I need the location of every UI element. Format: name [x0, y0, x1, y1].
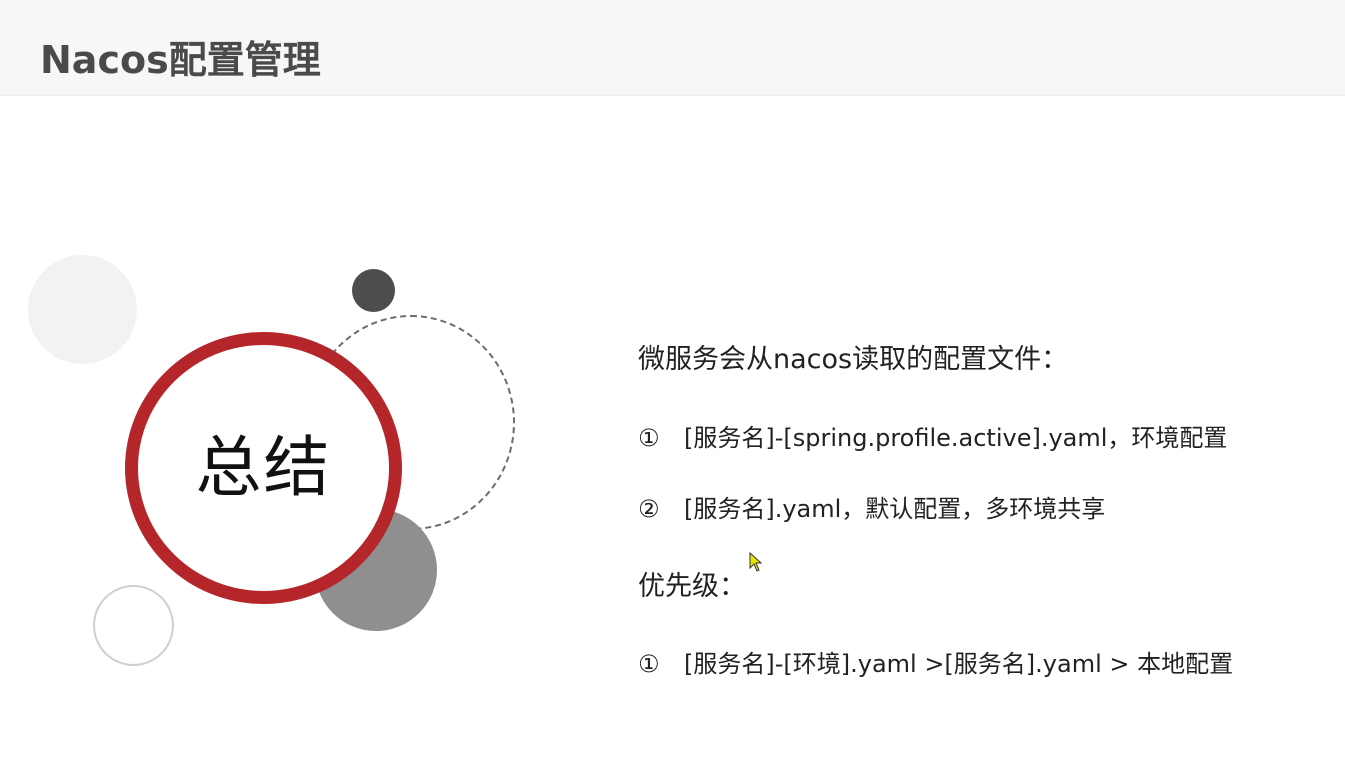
summary-label: 总结: [195, 429, 332, 506]
item-text: [服务名]-[环境].yaml >[服务名].yaml > 本地配置: [684, 650, 1234, 678]
priority-heading: 优先级：: [638, 571, 746, 602]
slide-title: Nacos配置管理: [40, 38, 321, 82]
item-number: ①: [638, 424, 660, 452]
item-text: [服务名]-[spring.profile.active].yaml，环境配置: [684, 424, 1228, 452]
decor-circle-light: [28, 255, 137, 364]
item-text: [服务名].yaml，默认配置，多环境共享: [684, 495, 1106, 523]
priority-item: ① [服务名]-[环境].yaml >[服务名].yaml > 本地配置: [638, 649, 1233, 679]
item-number: ①: [638, 650, 660, 678]
config-file-item: ② [服务名].yaml，默认配置，多环境共享: [638, 494, 1105, 524]
config-files-heading: 微服务会从nacos读取的配置文件：: [638, 344, 1069, 375]
config-file-item: ① [服务名]-[spring.profile.active].yaml，环境配…: [638, 423, 1227, 453]
mouse-pointer-icon: [749, 552, 763, 572]
item-number: ②: [638, 495, 660, 523]
decor-circle-dark: [352, 269, 395, 312]
decor-circle-outline: [93, 585, 174, 666]
slide-header: Nacos配置管理: [0, 0, 1345, 96]
summary-ring: 总结: [125, 332, 402, 604]
